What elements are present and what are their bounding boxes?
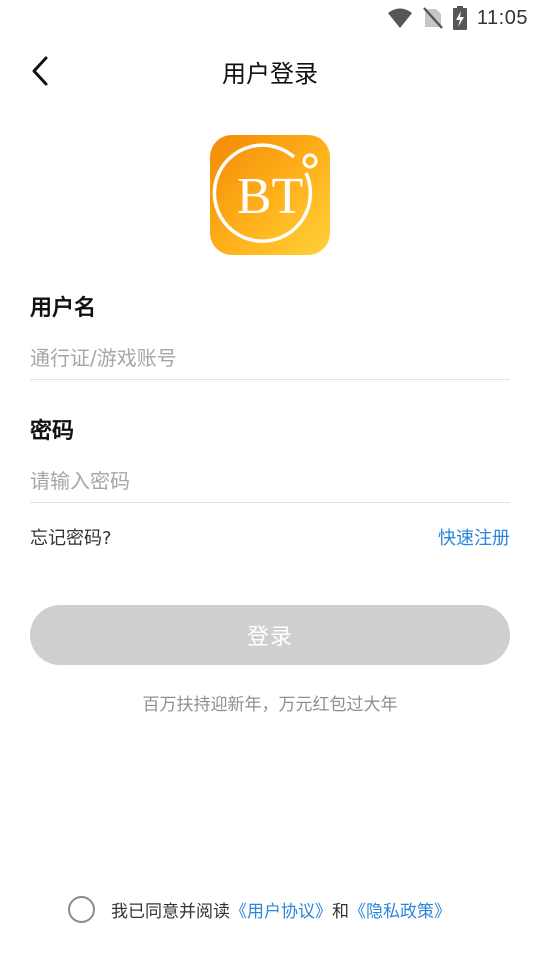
- promo-text: 百万扶持迎新年，万元红包过大年: [142, 695, 398, 715]
- logo-text: BT: [237, 168, 303, 225]
- quick-register-link[interactable]: 快速注册: [438, 524, 510, 550]
- forgot-password-link[interactable]: 忘记密码?: [30, 524, 112, 550]
- status-bar: 11:05: [0, 0, 540, 36]
- title-bar: 用户登录: [0, 42, 540, 100]
- status-icons: 11:05: [387, 6, 528, 30]
- username-input[interactable]: [30, 336, 510, 380]
- agreement-row: 我已同意并阅读 《用户协议》 和 《隐私政策》: [68, 895, 451, 923]
- password-divider: [30, 502, 510, 503]
- agreement-conjunction: 和: [332, 901, 349, 922]
- page-title: 用户登录: [222, 60, 318, 88]
- username-divider: [30, 379, 510, 380]
- user-agreement-link[interactable]: 《用户协议》: [230, 897, 332, 922]
- agreement-checkbox[interactable]: [68, 895, 95, 923]
- login-button[interactable]: 登录: [30, 605, 510, 665]
- status-time: 11:05: [476, 6, 528, 29]
- agreement-prefix: 我已同意并阅读: [111, 901, 230, 922]
- privacy-policy-link[interactable]: 《隐私政策》: [349, 897, 451, 922]
- wifi-icon: [387, 8, 412, 28]
- password-label: 密码: [30, 419, 75, 444]
- username-label: 用户名: [30, 296, 97, 321]
- no-sim-icon: [423, 7, 443, 29]
- password-input[interactable]: [30, 459, 510, 503]
- link-row: 忘记密码? 快速注册: [30, 524, 510, 550]
- battery-charging-icon: [452, 6, 467, 30]
- app-logo: BT: [210, 135, 330, 255]
